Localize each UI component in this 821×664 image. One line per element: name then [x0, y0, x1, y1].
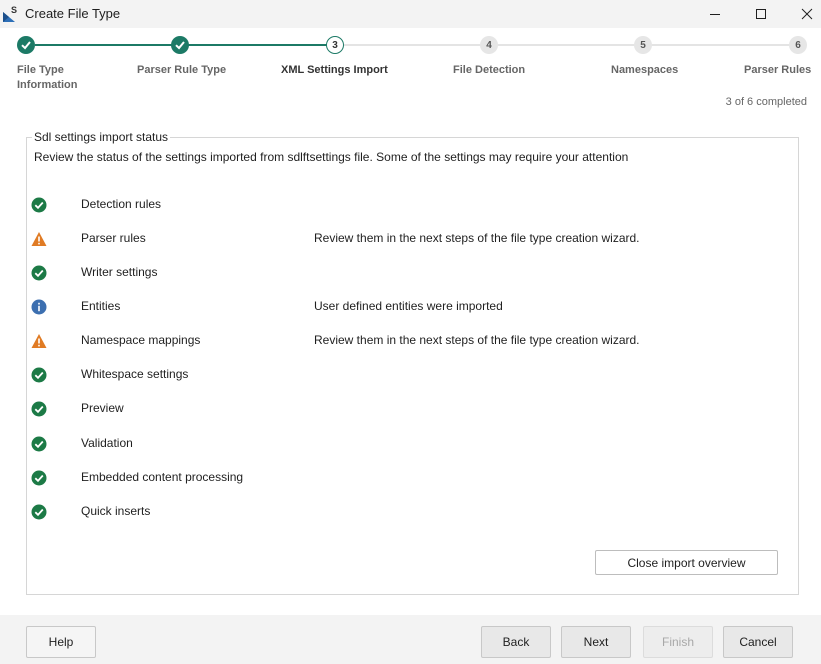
status-row-namespace-mappings: Namespace mappings Review them in the ne…	[0, 331, 821, 351]
status-item-name: Embedded content processing	[81, 470, 244, 484]
status-item-name: Namespace mappings	[81, 333, 201, 347]
status-item-message: User defined entities were imported	[314, 299, 503, 313]
finish-button[interactable]: Finish	[643, 626, 713, 658]
status-item-name: Quick inserts	[81, 504, 151, 518]
back-button[interactable]: Back	[481, 626, 551, 658]
step-1-label: File Type Information	[17, 63, 78, 93]
status-row-embedded-content: Embedded content processing	[0, 468, 821, 488]
progress-text: 3 of 6 completed	[725, 96, 807, 108]
status-row-quick-inserts: Quick inserts	[0, 502, 821, 522]
status-item-name: Preview	[81, 401, 124, 415]
status-row-writer-settings: Writer settings	[0, 263, 821, 283]
success-check-icon	[31, 197, 47, 213]
status-row-parser-rules: Parser rules Review them in the next ste…	[0, 229, 821, 249]
close-import-overview-button[interactable]: Close import overview	[595, 550, 778, 575]
step-4-indicator[interactable]: 4	[480, 36, 498, 54]
status-row-detection-rules: Detection rules	[0, 195, 821, 215]
minimize-button[interactable]	[692, 0, 738, 28]
success-check-icon	[31, 367, 47, 383]
title-bar: S Create File Type	[0, 0, 821, 28]
maximize-button[interactable]	[738, 0, 784, 28]
close-icon	[801, 8, 813, 20]
status-item-message: Review them in the next steps of the fil…	[314, 333, 640, 347]
info-icon	[31, 299, 47, 315]
status-item-name: Parser rules	[81, 231, 146, 245]
success-check-icon	[31, 436, 47, 452]
step-3-label: XML Settings Import	[281, 64, 388, 76]
create-file-type-window: S Create File Type 3 4 5 6 File Type Inf…	[0, 0, 821, 664]
window-title: Create File Type	[25, 6, 121, 21]
import-status-legend: Sdl settings import status	[32, 130, 171, 144]
warning-icon	[31, 231, 47, 247]
step-2-label: Parser Rule Type	[137, 64, 227, 76]
minimize-icon	[710, 14, 720, 15]
step-1-label-line2: Information	[17, 79, 78, 91]
success-check-icon	[31, 265, 47, 281]
stepper-track-todo	[344, 44, 798, 46]
status-item-name: Entities	[81, 299, 121, 313]
step-1-done-icon[interactable]	[17, 36, 35, 54]
svg-text:S: S	[11, 5, 17, 15]
close-window-button[interactable]	[784, 0, 821, 28]
step-5-label: Namespaces	[611, 64, 679, 76]
status-row-validation: Validation	[0, 434, 821, 454]
next-button[interactable]: Next	[561, 626, 631, 658]
step-2-done-icon[interactable]	[171, 36, 189, 54]
status-item-name: Writer settings	[81, 265, 158, 279]
app-logo-icon: S	[3, 4, 19, 22]
success-check-icon	[31, 401, 47, 417]
success-check-icon	[31, 504, 47, 520]
success-check-icon	[31, 470, 47, 486]
wizard-stepper: 3 4 5 6 File Type Information Parser Rul…	[0, 30, 821, 120]
step-1-label-line1: File Type	[17, 64, 64, 76]
step-5-number: 5	[640, 39, 646, 51]
step-3-number: 3	[332, 39, 338, 51]
step-6-label: Parser Rules	[744, 64, 812, 76]
status-item-name: Detection rules	[81, 197, 162, 211]
step-4-number: 4	[486, 39, 492, 51]
warning-icon	[31, 333, 47, 349]
step-3-indicator[interactable]: 3	[326, 36, 344, 54]
import-status-description: Review the status of the settings import…	[34, 150, 629, 164]
status-row-preview: Preview	[0, 399, 821, 419]
step-4-label: File Detection	[453, 64, 526, 76]
status-item-name: Validation	[81, 436, 133, 450]
cancel-button[interactable]: Cancel	[723, 626, 793, 658]
step-6-number: 6	[795, 39, 801, 51]
step-6-indicator[interactable]: 6	[789, 36, 807, 54]
status-row-whitespace-settings: Whitespace settings	[0, 365, 821, 385]
step-5-indicator[interactable]: 5	[634, 36, 652, 54]
status-row-entities: Entities User defined entities were impo…	[0, 297, 821, 317]
status-item-name: Whitespace settings	[81, 367, 189, 381]
maximize-icon	[756, 9, 766, 19]
status-item-message: Review them in the next steps of the fil…	[314, 231, 640, 245]
help-button[interactable]: Help	[26, 626, 96, 658]
